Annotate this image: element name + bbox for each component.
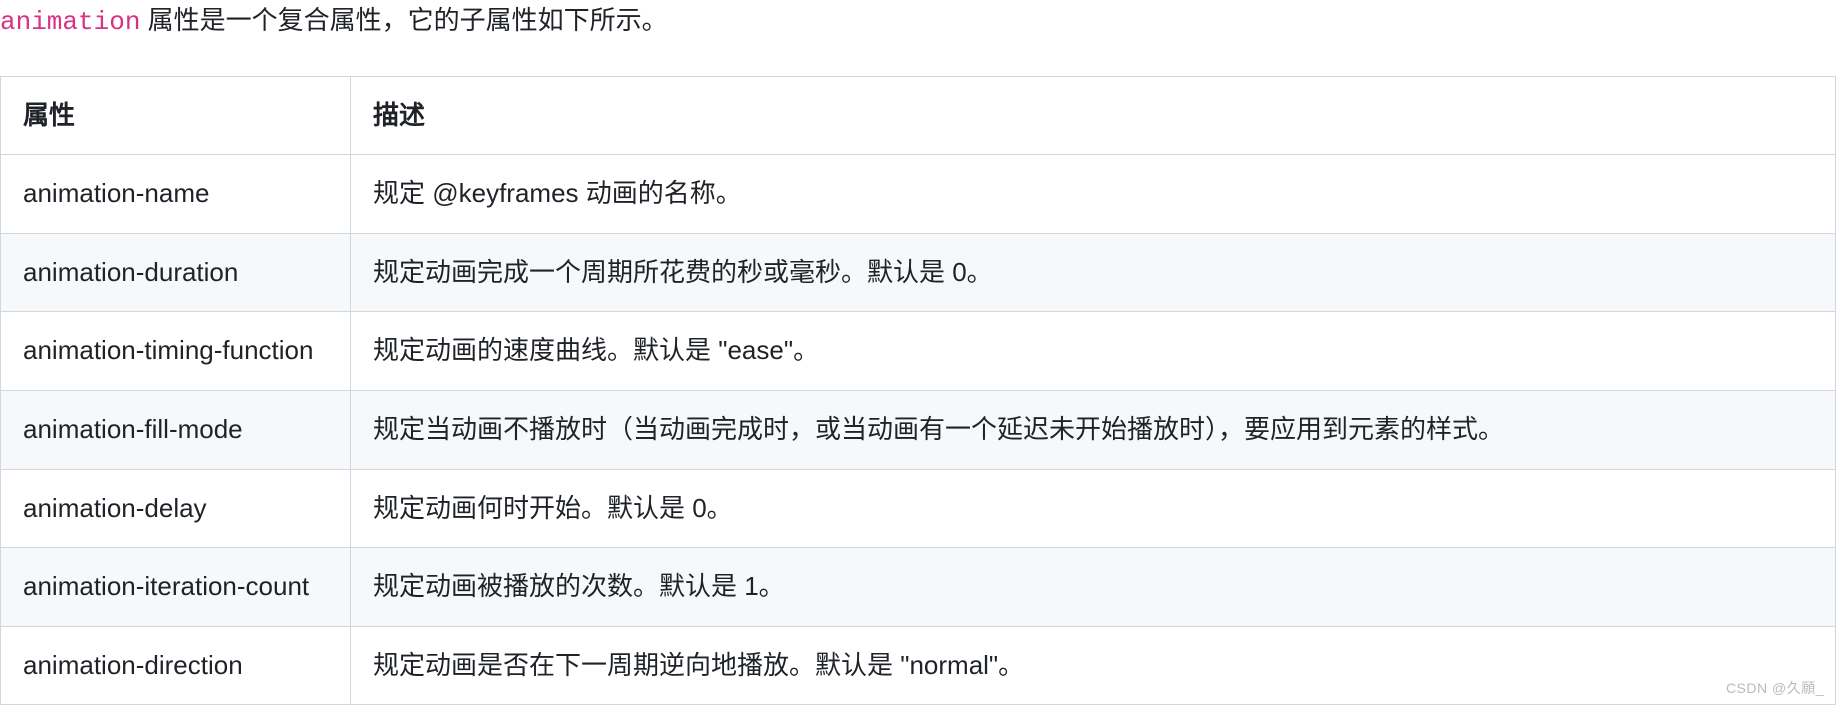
table-row: animation-duration 规定动画完成一个周期所花费的秒或毫秒。默认… (1, 233, 1836, 312)
header-property: 属性 (1, 76, 351, 155)
table-row: animation-name 规定 @keyframes 动画的名称。 (1, 155, 1836, 234)
intro-paragraph: animation 属性是一个复合属性，它的子属性如下所示。 (0, 0, 1836, 60)
cell-property: animation-delay (1, 469, 351, 548)
cell-description: 规定动画被播放的次数。默认是 1。 (351, 548, 1836, 627)
watermark: CSDN @久願_ (1726, 677, 1824, 699)
cell-property: animation-fill-mode (1, 390, 351, 469)
table-row: animation-timing-function 规定动画的速度曲线。默认是 … (1, 312, 1836, 391)
cell-description: 规定动画完成一个周期所花费的秒或毫秒。默认是 0。 (351, 233, 1836, 312)
cell-description: 规定 @keyframes 动画的名称。 (351, 155, 1836, 234)
code-term: animation (0, 7, 140, 37)
cell-description: 规定动画是否在下一周期逆向地播放。默认是 "normal"。 (351, 626, 1836, 705)
cell-description: 规定动画的速度曲线。默认是 "ease"。 (351, 312, 1836, 391)
cell-description: 规定动画何时开始。默认是 0。 (351, 469, 1836, 548)
cell-property: animation-duration (1, 233, 351, 312)
intro-text: 属性是一个复合属性，它的子属性如下所示。 (140, 5, 667, 35)
header-description: 描述 (351, 76, 1836, 155)
cell-property: animation-direction (1, 626, 351, 705)
table-row: animation-iteration-count 规定动画被播放的次数。默认是… (1, 548, 1836, 627)
cell-property: animation-name (1, 155, 351, 234)
table-header-row: 属性 描述 (1, 76, 1836, 155)
cell-description: 规定当动画不播放时（当动画完成时，或当动画有一个延迟未开始播放时），要应用到元素… (351, 390, 1836, 469)
table-row: animation-direction 规定动画是否在下一周期逆向地播放。默认是… (1, 626, 1836, 705)
cell-property: animation-timing-function (1, 312, 351, 391)
table-row: animation-fill-mode 规定当动画不播放时（当动画完成时，或当动… (1, 390, 1836, 469)
properties-table: 属性 描述 animation-name 规定 @keyframes 动画的名称… (0, 76, 1836, 705)
table-row: animation-delay 规定动画何时开始。默认是 0。 (1, 469, 1836, 548)
cell-property: animation-iteration-count (1, 548, 351, 627)
